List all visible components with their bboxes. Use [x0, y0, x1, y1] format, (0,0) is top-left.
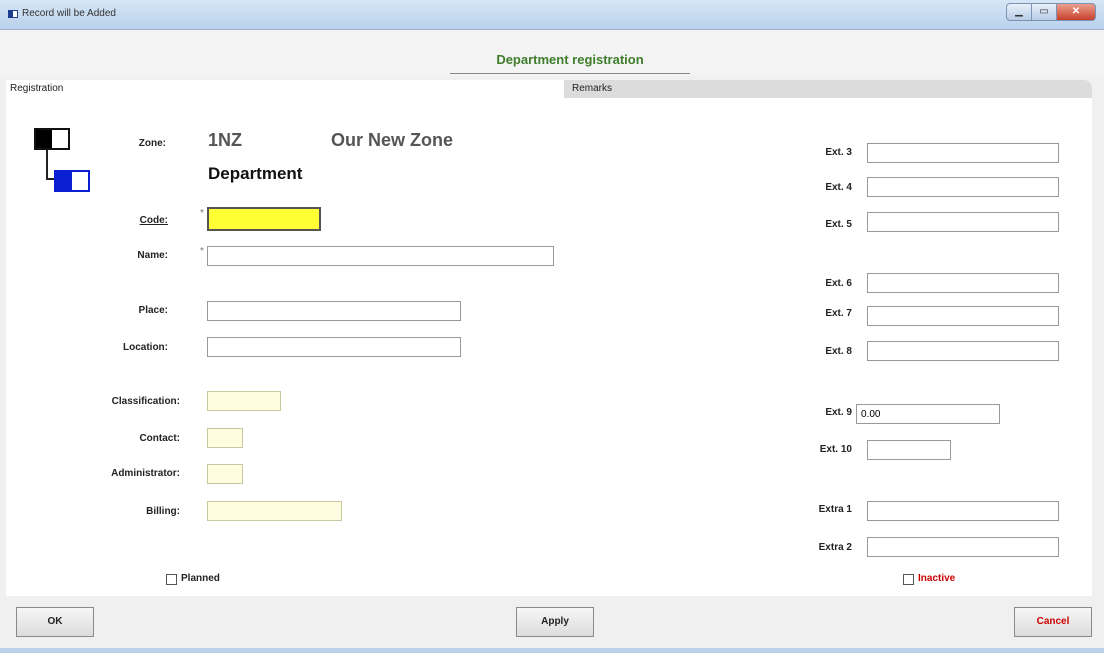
name-label: Name:: [137, 250, 168, 261]
classification-label: Classification:: [111, 396, 180, 407]
button-bar: OK Apply Cancel: [0, 598, 1104, 653]
extra1-label: Extra 1: [818, 504, 852, 515]
ext8-input[interactable]: [867, 341, 1059, 361]
contact-input[interactable]: [207, 428, 243, 448]
ext3-input[interactable]: [867, 143, 1059, 163]
location-label: Location:: [123, 342, 168, 353]
maximize-icon[interactable]: ▭: [1031, 3, 1057, 21]
zone-name: Our New Zone: [331, 130, 454, 150]
apply-button[interactable]: Apply: [516, 607, 594, 637]
cancel-button[interactable]: Cancel: [1014, 607, 1092, 637]
extra2-input[interactable]: [867, 537, 1059, 557]
window-title: Record will be Added: [22, 8, 116, 19]
extra2-label: Extra 2: [818, 542, 852, 553]
window-bottom-border: [0, 648, 1104, 653]
inactive-checkbox[interactable]: [903, 574, 914, 585]
planned-checkbox[interactable]: [166, 574, 177, 585]
tab-strip: Registration Remarks: [6, 80, 1092, 98]
name-input[interactable]: [207, 246, 554, 266]
ext4-input[interactable]: [867, 177, 1059, 197]
required-mark: *: [200, 246, 204, 257]
location-input[interactable]: [207, 337, 461, 357]
ext7-input[interactable]: [867, 306, 1059, 326]
extra1-input[interactable]: [867, 501, 1059, 521]
planned-label: Planned: [181, 573, 220, 584]
place-label: Place:: [138, 305, 168, 316]
child-node-icon: [54, 170, 90, 192]
required-mark: *: [200, 208, 204, 219]
zone-label: Zone:: [138, 138, 166, 149]
tab-remarks[interactable]: Remarks: [564, 80, 1092, 98]
contact-label: Contact:: [139, 433, 180, 444]
inactive-label: Inactive: [918, 573, 956, 584]
administrator-input[interactable]: [207, 464, 243, 484]
app-icon: [8, 10, 18, 18]
ext10-label: Ext. 10: [819, 444, 852, 455]
ext9-label: Ext. 9: [825, 407, 852, 418]
ext9-input[interactable]: [856, 404, 1000, 424]
ext5-label: Ext. 5: [825, 219, 852, 230]
code-input[interactable]: [207, 207, 321, 231]
ext8-label: Ext. 8: [825, 346, 852, 357]
classification-input[interactable]: [207, 391, 281, 411]
entity-title: Department: [208, 164, 303, 183]
zone-code: 1NZ: [208, 130, 243, 150]
tab-registration[interactable]: Registration: [6, 80, 564, 98]
form-header: Department registration: [0, 30, 1104, 76]
registration-panel: Zone: 1NZ Our New Zone Department Code: …: [6, 98, 1092, 596]
billing-label: Billing:: [146, 506, 180, 517]
ext5-input[interactable]: [867, 212, 1059, 232]
ext3-label: Ext. 3: [825, 147, 852, 158]
connector-line: [46, 150, 48, 180]
window-controls: ▁ ▭ ✕: [1006, 3, 1096, 21]
billing-input[interactable]: [207, 501, 342, 521]
ext6-input[interactable]: [867, 273, 1059, 293]
code-label: Code:: [139, 215, 168, 226]
ok-button[interactable]: OK: [16, 607, 94, 637]
page-title: Department registration: [450, 52, 690, 74]
hierarchy-icon: [34, 128, 94, 193]
close-icon[interactable]: ✕: [1056, 3, 1096, 21]
window-titlebar: Record will be Added ▁ ▭ ✕: [0, 0, 1104, 30]
place-input[interactable]: [207, 301, 461, 321]
ext4-label: Ext. 4: [825, 182, 852, 193]
ext6-label: Ext. 6: [825, 278, 852, 289]
administrator-label: Administrator:: [111, 468, 180, 479]
ext10-input[interactable]: [867, 440, 951, 460]
ext7-label: Ext. 7: [825, 308, 852, 319]
minimize-icon[interactable]: ▁: [1006, 3, 1032, 21]
parent-node-icon: [34, 128, 70, 150]
